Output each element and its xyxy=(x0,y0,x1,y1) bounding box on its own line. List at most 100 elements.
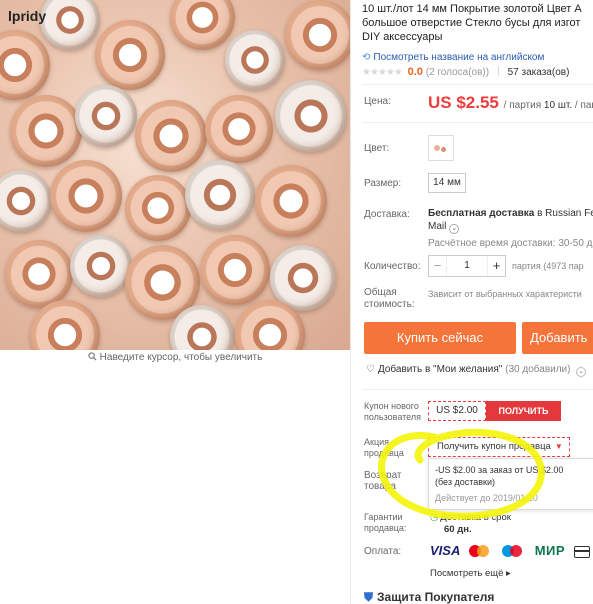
price-amount: US $2.55 xyxy=(428,93,499,112)
bead xyxy=(200,235,270,305)
heart-icon: ♡ xyxy=(366,364,375,375)
new-user-coupon: US $2.00 ПОЛУЧИТЬ xyxy=(428,401,561,421)
total-price-value: Зависит от выбранных характеристи xyxy=(428,289,582,299)
rating-votes[interactable]: (2 голоса(ов)) xyxy=(426,67,489,78)
quantity-stepper[interactable]: − 1 + xyxy=(428,255,506,277)
visa-icon: VISA xyxy=(430,543,461,558)
delivery-eta: Расчётное время доставки: 30-50 дн xyxy=(428,238,593,249)
ship-destination[interactable]: в Russian Fede xyxy=(537,208,593,219)
decrease-button[interactable]: − xyxy=(429,256,447,276)
title-line: DIY аксессуары xyxy=(362,31,443,43)
price: US $2.55 / партия 10 шт. / пак xyxy=(428,93,593,113)
translate-icon: ⟲ xyxy=(362,52,371,63)
quantity-input[interactable]: 1 xyxy=(447,256,487,276)
shipping-label: Доставка: xyxy=(364,209,410,220)
free-shipping: Бесплатная доставка xyxy=(428,208,535,219)
bead xyxy=(205,95,273,163)
size-label: Размер: xyxy=(364,178,402,189)
quantity-label: Количество: xyxy=(364,261,421,272)
price-unit: / партия 10 шт. / пак xyxy=(503,100,593,111)
product-image[interactable]: lpridy xyxy=(0,0,350,350)
chevron-down-icon[interactable]: ⌄ xyxy=(576,367,587,377)
bank-card-icon xyxy=(573,546,590,558)
ship-carrier[interactable]: Mail xyxy=(428,221,446,232)
total-price-label: Общая стоимость: xyxy=(364,287,415,310)
increase-button[interactable]: + xyxy=(487,256,505,276)
coupon-amount: US $2.00 xyxy=(428,401,486,421)
buyer-protection-heading: ⛊ Защита Покупателя xyxy=(364,590,495,604)
product-title: 10 шт./лот 14 мм Покрытие золотой Цвет А… xyxy=(362,2,593,44)
wishlist-count: (30 добавили) xyxy=(505,364,571,375)
size-option[interactable]: 14 мм xyxy=(428,173,466,193)
rating-row: ★★★★★ 0.0 (2 голоса(ов)) 57 заказа(ов) xyxy=(362,66,569,78)
see-more-payments-link[interactable]: Посмотреть ещё ▸ xyxy=(430,568,511,579)
bead xyxy=(95,20,165,90)
bead xyxy=(185,160,255,230)
wishlist-link[interactable]: ♡ Добавить в "Мои желания" (30 добавили) … xyxy=(366,364,587,377)
translate-link[interactable]: ⟲ Посмотреть название на английском xyxy=(362,52,544,63)
mastercard-icon xyxy=(469,543,493,559)
add-to-cart-button[interactable]: Добавить xyxy=(522,322,593,354)
caret-down-icon: ▼ xyxy=(554,442,563,451)
color-label: Цвет: xyxy=(364,143,390,154)
bead xyxy=(285,0,350,70)
guarantee-days: 60 дн. xyxy=(444,524,472,535)
available-stock: партия (4973 пар xyxy=(512,261,584,271)
bead xyxy=(275,80,347,152)
product-info: 10 шт./лот 14 мм Покрытие золотой Цвет А… xyxy=(362,0,593,604)
shipping-info: Бесплатная доставка в Russian Fede Mail … xyxy=(428,207,593,250)
divider xyxy=(362,84,593,85)
returns-label: Возврат товара xyxy=(364,470,402,492)
popup-offer: -US $2.00 за заказ от US $2.00 xyxy=(435,465,564,475)
bead xyxy=(135,100,207,172)
column-divider xyxy=(350,0,351,604)
seller-promo-label: Акция продавца xyxy=(364,437,404,458)
maestro-icon xyxy=(501,543,526,559)
star-rating-icon: ★★★★★ xyxy=(362,67,403,78)
title-line: 10 шт./лот 14 мм Покрытие золотой Цвет А xyxy=(362,3,582,15)
seller-coupon-dropdown[interactable]: Получить купон продавца ▼ xyxy=(428,437,570,457)
magnifier-icon xyxy=(88,352,97,361)
bead xyxy=(170,0,235,50)
mir-icon: МИР xyxy=(534,543,566,558)
chevron-down-icon[interactable]: ⌄ xyxy=(449,224,460,234)
seller-coupon-text: Получить купон продавца xyxy=(437,441,551,452)
get-coupon-button[interactable]: ПОЛУЧИТЬ xyxy=(486,401,561,421)
bead xyxy=(0,30,50,100)
bead xyxy=(40,0,100,50)
translate-link-text: Посмотреть название на английском xyxy=(373,52,545,63)
rating-score: 0.0 xyxy=(407,66,423,78)
payment-methods: VISA МИР xyxy=(430,543,593,559)
buy-now-button[interactable]: Купить сейчас xyxy=(364,322,516,354)
zoom-hint-text: Наведите курсор, чтобы увеличить xyxy=(99,352,263,363)
seller-coupon-popup: -US $2.00 за заказ от US $2.00 (без дост… xyxy=(428,458,593,510)
orders-count: 57 заказа(ов) xyxy=(507,67,570,78)
bead xyxy=(50,160,122,232)
clock-icon: ◷ xyxy=(430,512,439,523)
brand-watermark: lpridy xyxy=(8,8,47,24)
bead xyxy=(225,30,285,90)
caret-right-icon: ▸ xyxy=(506,568,511,579)
bead xyxy=(5,240,73,308)
divider xyxy=(362,389,593,390)
bead xyxy=(75,85,137,147)
title-line: большое отверстие Стекло бусы для изгот xyxy=(362,17,581,29)
zoom-hint: Наведите курсор, чтобы увеличить xyxy=(0,352,350,363)
payment-label: Оплата: xyxy=(364,546,402,557)
popup-deadline: Действует до 2019/01/10 xyxy=(435,493,538,503)
guarantee-label: Гарантии продавца: xyxy=(364,512,407,533)
guarantee-delivery: Доставка в срок xyxy=(440,512,511,523)
on-time-guarantee: ◷ Доставка в срок 60 дн. xyxy=(430,512,511,536)
divider xyxy=(497,66,499,76)
bead xyxy=(125,175,191,241)
wishlist-text: Добавить в "Мои желания" xyxy=(377,364,503,375)
divider xyxy=(362,122,593,123)
color-swatch[interactable] xyxy=(428,135,454,161)
bead xyxy=(0,170,52,232)
new-user-coupon-label: Купон нового пользователя xyxy=(364,401,421,422)
bead xyxy=(10,95,82,167)
popup-note: (без доставки) xyxy=(435,477,496,487)
bead xyxy=(255,165,327,237)
bead xyxy=(70,235,132,297)
price-label: Цена: xyxy=(364,96,391,107)
